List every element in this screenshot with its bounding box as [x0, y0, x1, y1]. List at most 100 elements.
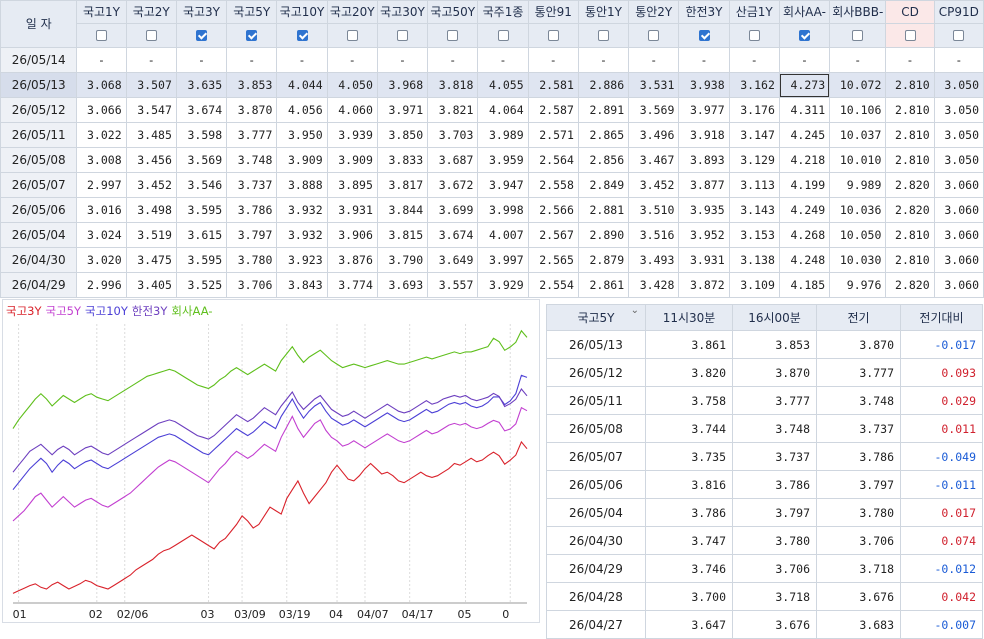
rate-cell[interactable]: 3.672 [427, 172, 479, 198]
rate-cell[interactable]: 3.931 [678, 247, 730, 273]
rate-cell[interactable]: 2.820 [885, 272, 935, 298]
series-checkbox[interactable] [648, 30, 660, 41]
table-row[interactable]: 26/05/06 3.816 3.786 3.797 -0.011 [546, 470, 983, 499]
legend-entry[interactable]: 국고10Y [85, 304, 128, 318]
legend-entry[interactable]: 한전3Y [132, 304, 168, 318]
series-checkbox[interactable] [346, 30, 358, 41]
rate-cell[interactable]: 3.774 [326, 272, 378, 298]
rate-cell[interactable]: 3.050 [933, 72, 984, 98]
rate-cell[interactable]: 3.008 [76, 147, 127, 173]
yield-chart[interactable]: 국고3Y 국고5Y 국고10Y 한전3Y 회사AA- 01 02 02/06 03 03/09 0… [2, 299, 540, 623]
rate-cell[interactable]: 2.996 [76, 272, 127, 298]
rate-cell[interactable]: 2.891 [577, 97, 630, 123]
rate-cell[interactable]: 3.162 [728, 72, 780, 98]
rate-cell[interactable]: 4.064 [477, 97, 529, 123]
rate-cell[interactable]: 3.615 [175, 222, 228, 248]
rate-cell[interactable]: 3.959 [477, 147, 529, 173]
series-checkbox[interactable] [904, 30, 916, 41]
rate-cell[interactable]: 10.030 [829, 247, 887, 273]
rate-cell[interactable]: 3.797 [226, 222, 278, 248]
rate-cell[interactable]: 2.566 [527, 197, 579, 223]
rate-cell[interactable]: 4.044 [276, 72, 328, 98]
rate-cell[interactable]: 3.016 [76, 197, 127, 223]
series-checkbox[interactable] [497, 30, 509, 41]
rate-cell[interactable]: 10.037 [829, 122, 887, 148]
rate-cell[interactable]: 2.881 [577, 197, 630, 223]
rate-cell[interactable]: 3.950 [276, 122, 328, 148]
rate-cell[interactable]: 10.010 [829, 147, 887, 173]
rate-cell[interactable]: 4.199 [778, 172, 831, 198]
rate-cell[interactable]: 3.939 [326, 122, 378, 148]
series-checkbox[interactable] [397, 30, 408, 41]
rate-cell[interactable]: 3.147 [728, 122, 780, 148]
rate-cell[interactable]: 3.780 [226, 247, 278, 273]
rate-cell[interactable]: 3.569 [628, 97, 680, 123]
rate-cell[interactable]: 9.976 [829, 272, 887, 298]
rate-cell[interactable]: - [829, 47, 887, 73]
rate-cell[interactable]: - [226, 47, 278, 73]
table-row[interactable]: 26/05/11 3.022 3.485 3.598 3.777 3.950 3.939 3.… [0, 122, 984, 148]
rate-cell[interactable]: 2.861 [577, 272, 630, 298]
rate-cell[interactable]: 4.050 [326, 72, 378, 98]
rate-cell[interactable]: - [376, 47, 429, 73]
rate-cell[interactable]: 3.872 [678, 272, 730, 298]
table-row[interactable]: 26/05/07 2.997 3.452 3.546 3.737 3.888 3.895 3.… [0, 172, 984, 198]
rate-cell[interactable]: 3.895 [326, 172, 378, 198]
rate-cell[interactable]: 4.311 [778, 97, 831, 123]
rate-cell[interactable]: - [933, 47, 984, 73]
rate-cell[interactable]: 3.674 [175, 97, 228, 123]
rate-cell[interactable]: 3.598 [175, 122, 228, 148]
rate-cell[interactable]: 3.557 [427, 272, 479, 298]
rate-cell[interactable]: 3.546 [175, 172, 228, 198]
rate-cell[interactable]: 4.218 [778, 147, 831, 173]
rate-cell[interactable]: 10.050 [829, 222, 887, 248]
table-row[interactable]: 26/04/30 3.747 3.780 3.706 0.074 [546, 526, 983, 555]
rate-cell[interactable]: 3.143 [728, 197, 780, 223]
rate-cell[interactable]: 3.870 [226, 97, 278, 123]
table-row[interactable]: 26/05/13 3.861 3.853 3.870 -0.017 [546, 330, 983, 359]
rate-cell[interactable]: 3.428 [628, 272, 680, 298]
rate-cell[interactable]: 4.273 [778, 72, 831, 98]
series-selector-dropdown[interactable]: 국고5Y ⌄ [546, 304, 646, 331]
series-checkbox[interactable] [698, 30, 710, 41]
rate-cell[interactable]: - [885, 47, 935, 73]
rate-cell[interactable]: 4.056 [276, 97, 328, 123]
legend-entry[interactable]: 회사AA- [171, 304, 212, 318]
rate-cell[interactable]: 3.519 [125, 222, 177, 248]
rate-cell[interactable]: 3.918 [678, 122, 730, 148]
rate-cell[interactable]: 2.564 [527, 147, 579, 173]
rate-cell[interactable]: 10.036 [829, 197, 887, 223]
rate-cell[interactable]: 3.129 [728, 147, 780, 173]
rate-cell[interactable]: 3.068 [76, 72, 127, 98]
rate-cell[interactable]: 4.248 [778, 247, 831, 273]
rate-cell[interactable]: - [326, 47, 378, 73]
table-row[interactable]: 26/04/30 3.020 3.475 3.595 3.780 3.923 3.876 3.… [0, 247, 984, 273]
rate-cell[interactable]: 3.109 [728, 272, 780, 298]
rate-cell[interactable]: 3.516 [628, 222, 680, 248]
rate-cell[interactable]: 2.587 [527, 97, 579, 123]
rate-cell[interactable]: 3.888 [276, 172, 328, 198]
rate-cell[interactable]: 9.989 [829, 172, 887, 198]
rate-cell[interactable]: 3.737 [226, 172, 278, 198]
series-checkbox[interactable] [296, 30, 308, 41]
rate-cell[interactable]: 3.635 [175, 72, 228, 98]
rate-cell[interactable]: - [678, 47, 730, 73]
rate-cell[interactable]: 2.849 [577, 172, 630, 198]
rate-cell[interactable]: 2.810 [885, 122, 935, 148]
rate-cell[interactable]: - [276, 47, 328, 73]
rate-cell[interactable]: 3.595 [175, 197, 228, 223]
rate-cell[interactable]: 3.452 [628, 172, 680, 198]
rate-cell[interactable]: 2.810 [885, 97, 935, 123]
rate-cell[interactable]: 2.567 [527, 222, 579, 248]
rate-cell[interactable]: 3.947 [477, 172, 529, 198]
rate-cell[interactable]: 2.820 [885, 172, 935, 198]
rate-cell[interactable]: 4.060 [326, 97, 378, 123]
table-row[interactable]: 26/04/29 2.996 3.405 3.525 3.706 3.843 3.774 3.… [0, 272, 984, 298]
series-checkbox[interactable] [748, 30, 760, 41]
rate-cell[interactable]: 3.693 [376, 272, 429, 298]
rate-cell[interactable]: 3.113 [728, 172, 780, 198]
rate-cell[interactable]: 3.405 [125, 272, 177, 298]
rate-cell[interactable]: 3.833 [376, 147, 429, 173]
rate-cell[interactable]: 3.066 [76, 97, 127, 123]
rate-cell[interactable]: 3.977 [678, 97, 730, 123]
